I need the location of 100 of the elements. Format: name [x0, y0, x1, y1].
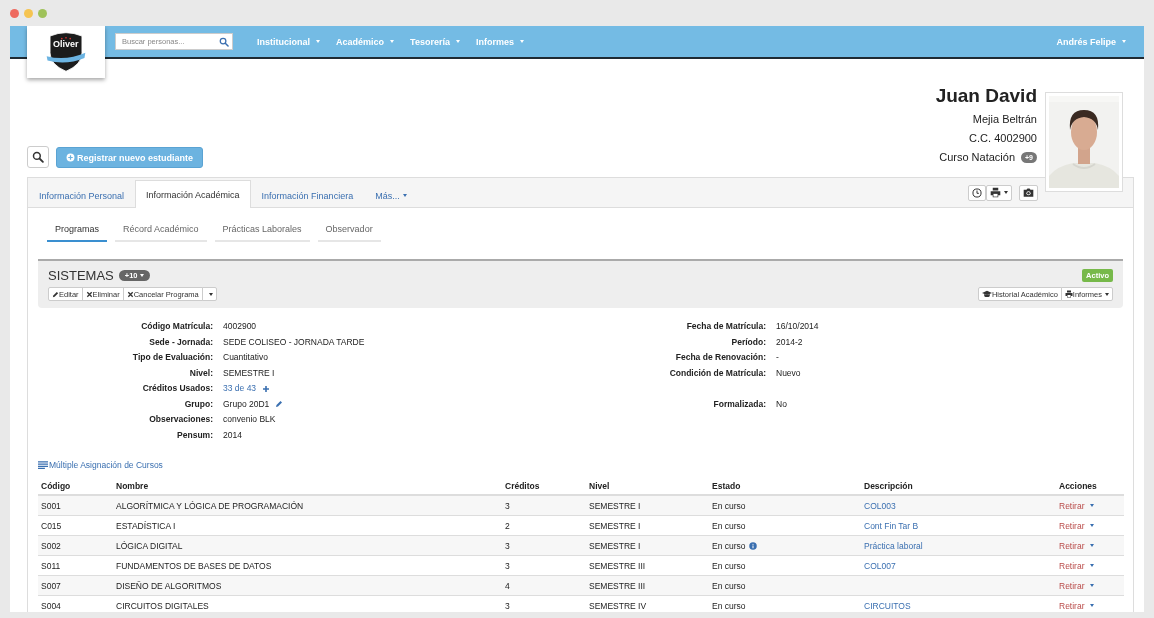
table-cell: ALGORÍTMICA Y LÓGICA DE PROGRAMACIÓN — [113, 495, 502, 516]
field-label: Tipo de Evaluación: — [131, 351, 213, 364]
table-cell: LÓGICA DIGITAL — [113, 535, 502, 556]
caret-icon — [1089, 504, 1094, 507]
status-text: En curso — [712, 520, 746, 531]
field-value: 2014-2 — [776, 335, 803, 349]
edit-button[interactable] — [275, 400, 284, 409]
description-link[interactable]: COL007 — [864, 560, 896, 571]
field-label: Fecha de Matrícula: — [685, 320, 766, 333]
field-value: SEMESTRE I — [223, 366, 275, 380]
caret-icon — [1004, 191, 1008, 194]
add-button[interactable] — [262, 384, 271, 393]
table-cell: S002 — [38, 535, 113, 556]
close-icon — [85, 290, 93, 298]
field-label: Observaciones: — [148, 413, 213, 426]
credits-link[interactable]: 33 de 43 — [223, 381, 257, 397]
clock-icon — [972, 187, 982, 198]
description-link[interactable]: COL003 — [864, 500, 896, 511]
table-cell: S001 — [38, 495, 113, 516]
list-icon — [38, 461, 48, 469]
table-cell: 3 — [502, 535, 586, 556]
caret-icon — [402, 194, 407, 197]
description-link[interactable]: Cont Fin Tar B — [864, 520, 919, 531]
retire-button[interactable]: Retirar — [1059, 600, 1094, 611]
table-cell: 3 — [502, 595, 586, 612]
retire-button[interactable]: Retirar — [1059, 560, 1094, 571]
caret-icon — [316, 40, 320, 43]
description-link[interactable]: CIRCUITOS — [864, 600, 911, 611]
table-cell: S007 — [38, 575, 113, 596]
sub-tab[interactable]: Prácticas Laborales — [214, 219, 310, 242]
sub-tab[interactable]: Récord Académico — [115, 219, 207, 242]
shield-logo-icon — [45, 31, 87, 73]
field-label: Condición de Matrícula: — [668, 366, 766, 380]
field-value: No — [776, 397, 787, 411]
student-name: Juan David — [935, 84, 1037, 108]
table-cell: SEMESTRE I — [586, 535, 709, 556]
tab[interactable]: Información Personal — [28, 182, 136, 208]
caret-icon — [390, 40, 395, 43]
tab[interactable]: Información Financiera — [250, 182, 365, 208]
field-label: Nivel: — [188, 366, 213, 380]
caret-icon — [140, 274, 145, 277]
field-value: - — [776, 351, 779, 364]
plus-icon — [262, 384, 271, 393]
status-text: En curso — [712, 560, 746, 571]
retire-button[interactable]: Retirar — [1059, 520, 1094, 531]
field-label: Período: — [730, 335, 766, 349]
field-label: Grupo: — [183, 397, 213, 411]
sub-tab[interactable]: Observador — [317, 219, 381, 242]
field-value: 16/10/2014 — [776, 320, 819, 333]
field-value: 2014 — [223, 428, 242, 442]
printer-icon — [1064, 290, 1073, 298]
caret-icon — [519, 40, 524, 43]
print-button[interactable] — [986, 184, 1012, 201]
status-text: En curso — [712, 540, 746, 551]
field-value: convenio BLK — [223, 413, 276, 426]
caret-icon — [1105, 292, 1109, 296]
program-title: SISTEMAS — [48, 268, 114, 283]
plus-circle-icon — [66, 153, 75, 162]
field-value: Cuantitativo — [223, 351, 268, 364]
caret-icon — [1122, 40, 1126, 43]
status-text: En curso — [712, 600, 746, 611]
caret-icon — [1089, 524, 1094, 527]
history-button[interactable] — [968, 184, 986, 201]
camera-icon — [1023, 187, 1034, 198]
printer-icon — [990, 187, 1001, 198]
caret-icon — [1089, 544, 1094, 547]
table-cell: SEMESTRE III — [586, 575, 709, 596]
field-label: Sede - Jornada: — [148, 335, 213, 349]
close-icon — [126, 290, 134, 298]
table-cell: DISEÑO DE ALGORITMOS — [113, 575, 502, 596]
field-value: 4002900 — [223, 320, 257, 333]
caret-icon — [455, 40, 460, 43]
field-label: Fecha de Renovación: — [674, 351, 766, 364]
caret-icon — [1089, 584, 1094, 587]
field-label: Créditos Usados: — [141, 382, 213, 395]
search-icon — [32, 151, 44, 163]
field-label: Código Matrícula: — [140, 320, 213, 333]
camera-button[interactable] — [1019, 184, 1038, 201]
search-button[interactable] — [27, 146, 49, 168]
multiple-assignment-link[interactable]: Múltiple Asignación de Cursos — [38, 460, 163, 470]
caret-icon — [1089, 604, 1094, 607]
table-cell: 4 — [502, 575, 586, 596]
field-value: Nuevo — [776, 366, 801, 380]
pencil-icon — [52, 290, 59, 298]
graduation-cap-icon — [981, 290, 992, 298]
table-cell: CIRCUITOS DIGITALES — [113, 595, 502, 612]
tab[interactable]: Información Académica — [135, 180, 251, 208]
status-text: En curso — [712, 580, 746, 591]
course-name: Curso Natación — [939, 150, 1015, 165]
status-text: En curso — [712, 500, 746, 511]
field-value: SEDE COLISEO - JORNADA TARDE — [223, 335, 365, 349]
caret-icon — [1089, 564, 1094, 567]
field-value: Grupo 20D1 — [223, 397, 270, 411]
sub-tab[interactable]: Programas — [47, 219, 107, 242]
caret-icon — [208, 292, 213, 296]
table-cell: SEMESTRE I — [586, 495, 709, 516]
description-link[interactable]: Práctica laboral — [864, 540, 923, 551]
field-label: Formalizada: — [712, 397, 766, 411]
tab[interactable]: Más... — [364, 182, 418, 208]
table-cell: S004 — [38, 595, 113, 612]
